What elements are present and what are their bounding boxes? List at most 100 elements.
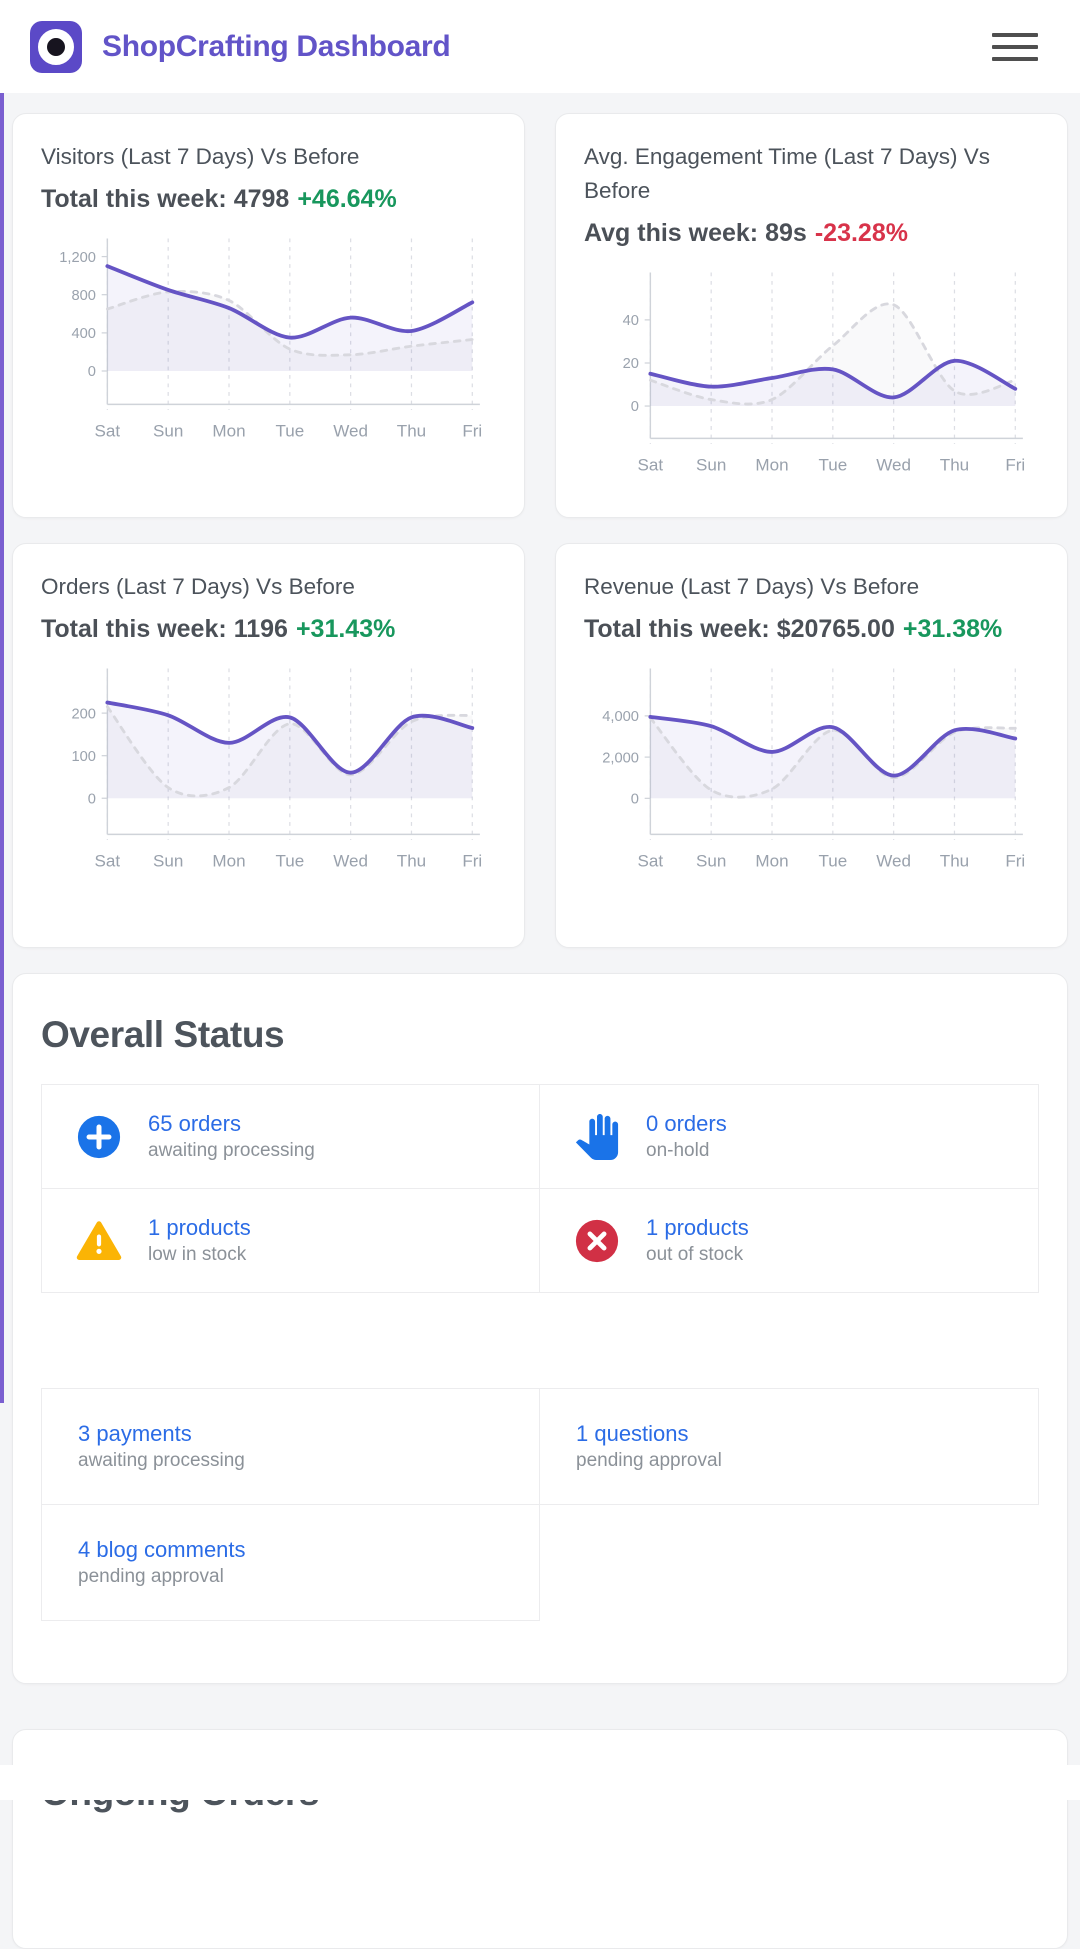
status-sub: awaiting processing (78, 1450, 245, 1472)
status-link[interactable]: 1 products (646, 1215, 749, 1241)
chart-total: Total this week:4798+46.64% (41, 182, 496, 217)
svg-text:Sun: Sun (153, 851, 183, 870)
svg-text:Thu: Thu (940, 851, 969, 870)
svg-text:Wed: Wed (333, 421, 368, 440)
chart-total: Avg this week:89s -23.28% (584, 216, 1039, 251)
svg-text:Sat: Sat (95, 421, 121, 440)
svg-text:Sat: Sat (95, 851, 121, 870)
visitors-line-chart: 0 400 800 1,200 Sat Sun Mon Tue Wed Thu Fri (41, 229, 496, 452)
chart-title: Revenue (Last 7 Days) Vs Before (584, 570, 1039, 604)
total-label: Total this week: (584, 615, 770, 643)
svg-text:Sun: Sun (153, 421, 183, 440)
overall-status-title: Overall Status (41, 1014, 1039, 1056)
x-circle-icon (574, 1218, 620, 1264)
total-value: 4798 (234, 185, 290, 213)
status-item-onhold-orders: 0 orders on-hold (540, 1084, 1039, 1189)
svg-text:Tue: Tue (275, 851, 304, 870)
app-header: ShopCrafting Dashboard (0, 0, 1080, 93)
status-link[interactable]: 3 payments (78, 1421, 245, 1447)
delta-badge: +31.43% (296, 615, 395, 643)
status-link[interactable]: 65 orders (148, 1111, 315, 1137)
chart-card-orders: Orders (Last 7 Days) Vs Before Total thi… (12, 543, 525, 948)
status-link[interactable]: 1 products (148, 1215, 251, 1241)
svg-text:20: 20 (623, 356, 639, 372)
svg-text:Sat: Sat (638, 455, 664, 474)
total-label: Total this week: (41, 185, 227, 213)
svg-text:400: 400 (71, 326, 96, 342)
chart-card-revenue: Revenue (Last 7 Days) Vs Before Total th… (555, 543, 1068, 948)
svg-text:Wed: Wed (876, 455, 911, 474)
svg-text:Thu: Thu (397, 851, 426, 870)
total-value: 1196 (234, 615, 288, 643)
svg-text:Wed: Wed (876, 851, 911, 870)
svg-text:Tue: Tue (275, 421, 304, 440)
svg-text:Mon: Mon (212, 421, 245, 440)
svg-text:Fri: Fri (462, 851, 482, 870)
revenue-line-chart: 0 2,000 4,000 Sat Sun Mon Tue Wed Thu Fri (584, 659, 1039, 882)
warning-triangle-icon (76, 1218, 122, 1264)
status-table-secondary: 3 payments awaiting processing 1 questio… (41, 1388, 1039, 1621)
chart-title: Visitors (Last 7 Days) Vs Before (41, 140, 496, 174)
svg-text:1,200: 1,200 (59, 250, 96, 266)
overall-status-card: Overall Status 65 orders awaiting proces… (12, 973, 1068, 1684)
status-item-out-of-stock: 1 products out of stock (540, 1189, 1039, 1293)
svg-text:0: 0 (631, 791, 639, 807)
chart-card-engagement: Avg. Engagement Time (Last 7 Days) Vs Be… (555, 113, 1068, 518)
chart-card-visitors: Visitors (Last 7 Days) Vs Before Total t… (12, 113, 525, 518)
ongoing-orders-card: Ongoing Orders (12, 1729, 1068, 1949)
status-item-empty (540, 1505, 1039, 1621)
hamburger-menu-icon[interactable] (992, 29, 1038, 65)
svg-text:Mon: Mon (212, 851, 245, 870)
svg-text:0: 0 (88, 364, 96, 380)
status-link[interactable]: 0 orders (646, 1111, 727, 1137)
app-title: ShopCrafting Dashboard (102, 30, 450, 64)
total-label: Total this week: (41, 615, 227, 643)
svg-text:Sun: Sun (696, 455, 726, 474)
svg-text:100: 100 (71, 749, 96, 765)
svg-text:Sat: Sat (638, 851, 664, 870)
status-sub: low in stock (148, 1244, 251, 1266)
svg-text:800: 800 (71, 288, 96, 304)
svg-text:200: 200 (71, 706, 96, 722)
svg-text:Tue: Tue (818, 851, 847, 870)
svg-text:Sun: Sun (696, 851, 726, 870)
hand-icon (574, 1114, 620, 1160)
status-table-primary: 65 orders awaiting processing 0 orders o… (41, 1084, 1039, 1293)
status-sub: out of stock (646, 1244, 749, 1266)
total-value: 89s (765, 219, 807, 247)
viewport-bottom-strip (0, 1765, 1080, 1800)
svg-text:Fri: Fri (1005, 455, 1025, 474)
shopcrafting-logo-icon (30, 21, 82, 73)
svg-text:4,000: 4,000 (602, 709, 639, 725)
svg-text:0: 0 (88, 791, 96, 807)
svg-text:Tue: Tue (818, 455, 847, 474)
chart-total: Total this week:$20765.00+31.38% (584, 612, 1039, 647)
svg-text:Fri: Fri (1005, 851, 1025, 870)
delta-badge: -23.28% (815, 219, 908, 247)
svg-text:Mon: Mon (755, 455, 788, 474)
status-item-blog-comments: 4 blog comments pending approval (41, 1505, 540, 1621)
status-item-awaiting-orders: 65 orders awaiting processing (41, 1084, 540, 1189)
svg-text:2,000: 2,000 (602, 750, 639, 766)
left-scrollbar[interactable] (0, 93, 4, 1403)
chart-total: Total this week:1196 +31.43% (41, 612, 496, 647)
svg-text:Wed: Wed (333, 851, 368, 870)
status-item-questions: 1 questions pending approval (540, 1388, 1039, 1505)
svg-text:Fri: Fri (462, 421, 482, 440)
status-link[interactable]: 4 blog comments (78, 1537, 246, 1563)
svg-text:Mon: Mon (755, 851, 788, 870)
svg-text:Thu: Thu (397, 421, 426, 440)
plus-circle-icon (76, 1114, 122, 1160)
total-label: Avg this week: (584, 219, 758, 247)
delta-badge: +46.64% (297, 185, 396, 213)
total-value: $20765.00 (777, 615, 895, 643)
engagement-line-chart: 02040SatSunMonTueWedThuFri (584, 263, 1039, 486)
chart-title: Orders (Last 7 Days) Vs Before (41, 570, 496, 604)
svg-text:0: 0 (631, 399, 639, 415)
status-item-payments: 3 payments awaiting processing (41, 1388, 540, 1505)
svg-text:Thu: Thu (940, 455, 969, 474)
status-link[interactable]: 1 questions (576, 1421, 722, 1447)
charts-grid: Visitors (Last 7 Days) Vs Before Total t… (12, 113, 1068, 948)
status-sub: on-hold (646, 1140, 727, 1162)
orders-line-chart: 0 100 200 Sat Sun Mon Tue Wed Thu Fri (41, 659, 496, 882)
